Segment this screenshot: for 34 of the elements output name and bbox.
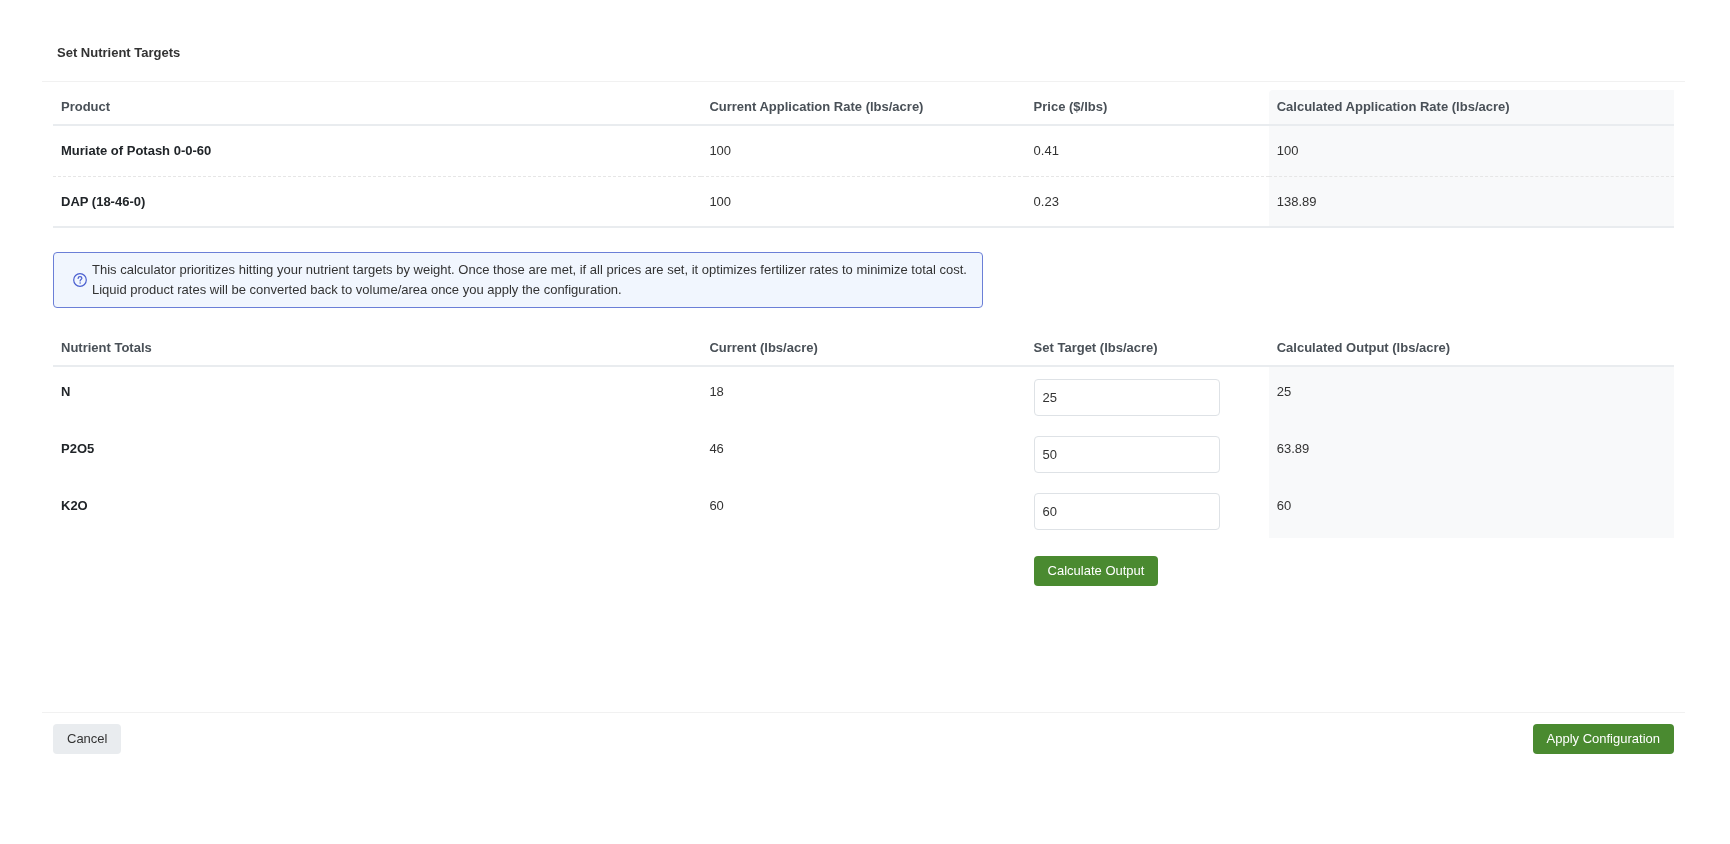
column-header: Product bbox=[61, 99, 111, 115]
table-cell: P2O5 bbox=[61, 441, 95, 456]
column-header: Nutrient Totals bbox=[61, 339, 152, 355]
table-cell: N bbox=[61, 384, 71, 399]
table-cell: 0.23 bbox=[1033, 193, 1059, 209]
table-cell: 100 bbox=[709, 193, 732, 209]
table-cell: Muriate of Potash 0-0-60 bbox=[61, 143, 212, 158]
table-cell: K2O bbox=[61, 498, 88, 513]
column-header: Calculated Application Rate (lbs/acre) bbox=[1268, 90, 1674, 125]
apply-button[interactable]: Apply Configuration bbox=[1532, 724, 1674, 754]
table-cell: 63.89 bbox=[1268, 424, 1674, 481]
table-cell: 18 bbox=[709, 384, 724, 399]
table-cell: 100 bbox=[709, 143, 732, 158]
dialog-title: Set Nutrient Targets bbox=[57, 44, 181, 62]
table-cell: 60 bbox=[709, 498, 724, 513]
table-cell: DAP (18-46-0) bbox=[61, 193, 146, 209]
table-cell: 0.41 bbox=[1033, 143, 1059, 158]
target-input[interactable]: 50 bbox=[1033, 436, 1220, 473]
target-input[interactable]: 60 bbox=[1033, 493, 1220, 530]
table-cell: 138.89 bbox=[1268, 176, 1674, 227]
info-text: This calculator prioritizes hitting your nutrient targets by weight. Once those are met, if all prices are set, it optimizes fertilizer rates to minimize total cost. Liquid product rates will be converted back to volume/area once you apply the configuration. bbox=[92, 261, 967, 299]
column-header: Price ($/lbs) bbox=[1033, 99, 1108, 115]
column-header: Calculated Output (lbs/acre) bbox=[1276, 339, 1451, 355]
calculate-output-button[interactable]: Calculate Output bbox=[1033, 556, 1159, 586]
target-input[interactable]: 25 bbox=[1033, 379, 1220, 416]
cancel-button[interactable]: Cancel bbox=[53, 724, 122, 754]
column-header: Current Application Rate (lbs/acre) bbox=[709, 99, 924, 115]
table-cell: 100 bbox=[1268, 125, 1674, 176]
table-cell: 46 bbox=[709, 441, 724, 456]
table-cell: 60 bbox=[1268, 481, 1674, 538]
table-cell: 25 bbox=[1268, 366, 1674, 424]
column-header: Set Target (lbs/acre) bbox=[1033, 339, 1158, 355]
help-icon bbox=[73, 273, 87, 287]
column-header: Current (lbs/acre) bbox=[709, 339, 818, 355]
